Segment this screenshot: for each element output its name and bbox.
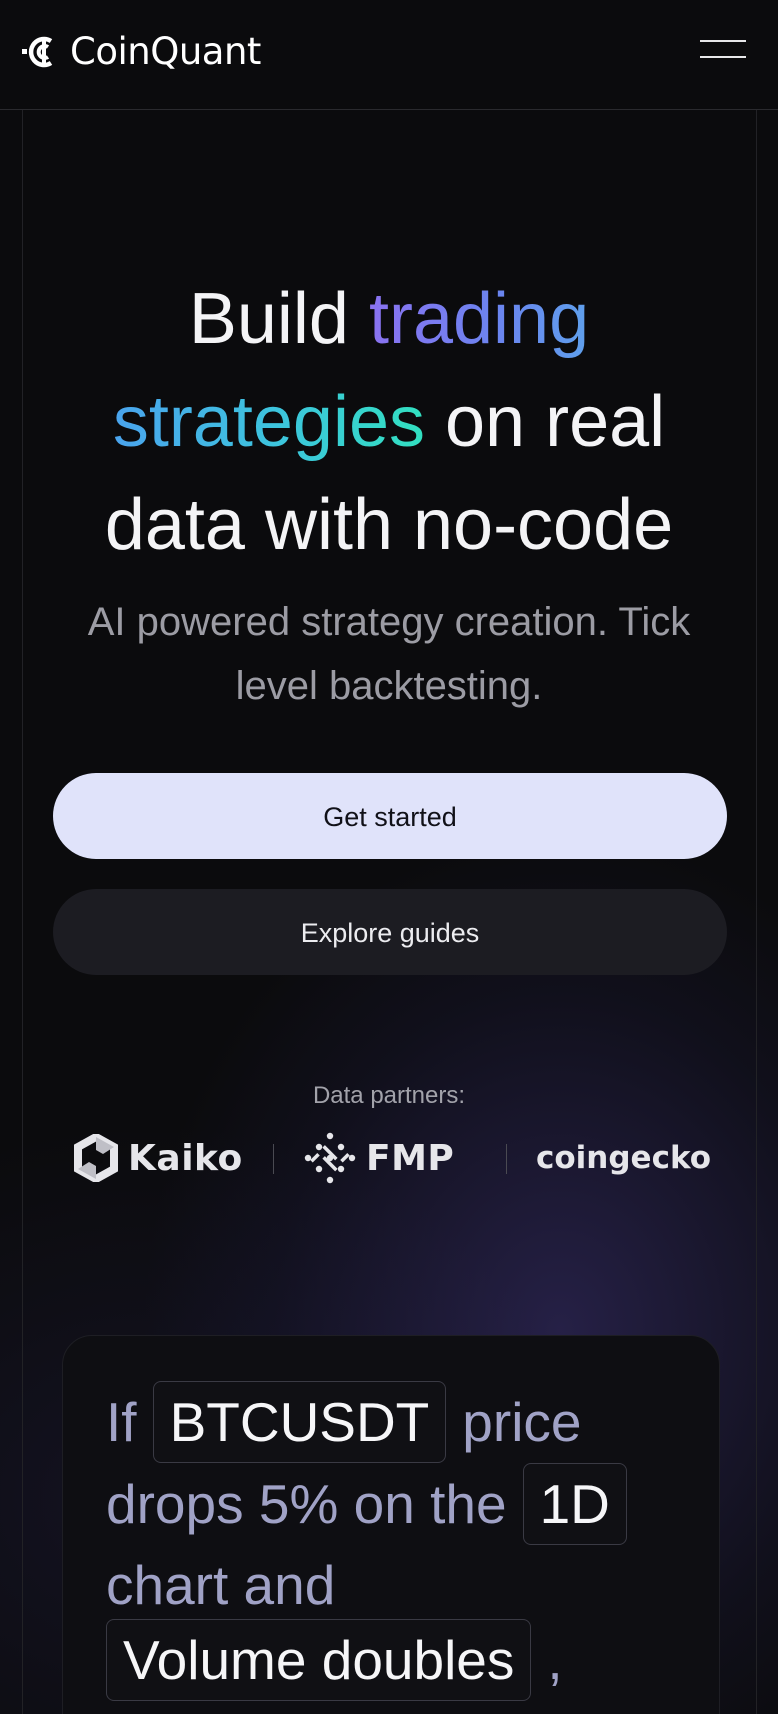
frame-border-right <box>756 110 757 1714</box>
data-partners-row: Kaiko FMP coingecko <box>0 1130 778 1186</box>
symbol-chip[interactable]: BTCUSDT <box>152 1381 447 1463</box>
timeframe-chip[interactable]: 1D <box>522 1463 627 1545</box>
hero-title-on-real: on real <box>445 382 666 462</box>
get-started-button[interactable]: Get started <box>53 773 727 859</box>
partner-fmp: FMP <box>302 1130 454 1186</box>
hero-title-build: Build <box>188 279 349 359</box>
hero-subtitle: AI powered strategy creation. Tick level… <box>87 600 691 708</box>
top-navbar: CoinQuant <box>0 0 778 110</box>
partner-kaiko: Kaiko <box>72 1130 243 1186</box>
brand-name: CoinQuant <box>70 30 261 73</box>
condition-chip[interactable]: Volume doubles <box>106 1619 532 1701</box>
partner-name-coingecko: coingecko <box>536 1140 712 1176</box>
hero-title-highlight-strategies: strategies <box>112 382 425 462</box>
strategy-line-3: chart and <box>106 1544 335 1626</box>
strategy-line-1: If BTCUSDT price <box>106 1381 582 1463</box>
brand-logo[interactable]: CoinQuant <box>20 30 261 74</box>
partner-name-kaiko: Kaiko <box>128 1137 243 1179</box>
hero-title-line-3: data with no-code <box>104 485 674 565</box>
hero-title-highlight-trading: trading <box>368 279 590 359</box>
partner-name-fmp: FMP <box>366 1137 455 1179</box>
partner-divider <box>506 1144 507 1174</box>
explore-guides-button[interactable]: Explore guides <box>53 889 727 975</box>
coinquant-logo-icon <box>22 36 53 68</box>
hamburger-menu-icon[interactable] <box>700 36 746 62</box>
strategy-comma: , <box>547 1629 563 1691</box>
fmp-logo-icon <box>304 1132 356 1184</box>
data-partners-label: Data partners: <box>312 1082 466 1109</box>
partner-divider <box>273 1144 274 1174</box>
frame-border-left <box>22 110 23 1714</box>
strategy-line-4: Volume doubles , <box>106 1619 563 1701</box>
strategy-words-chart: chart and <box>106 1554 336 1616</box>
strategy-word-if: If <box>106 1391 137 1453</box>
strategy-words-drops: drops 5% on the <box>106 1473 507 1535</box>
strategy-word-price: price <box>462 1391 582 1453</box>
page: CoinQuant Build trading strategies on re… <box>0 0 778 1714</box>
kaiko-logo-icon <box>74 1134 118 1182</box>
partner-coingecko: coingecko <box>536 1130 711 1186</box>
hero-title: Build trading strategies on real data wi… <box>40 268 738 577</box>
strategy-line-2: drops 5% on the 1D <box>106 1463 627 1545</box>
